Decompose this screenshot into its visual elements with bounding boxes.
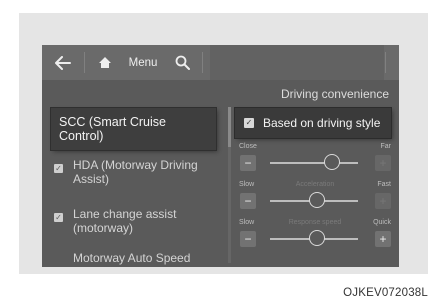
slider-thumb[interactable] <box>308 230 325 246</box>
acceleration-slider: Slow Acceleration Fast − + <box>235 181 395 219</box>
response-speed-slider: Slow Response speed Quick − + <box>235 219 395 257</box>
menu-label: Menu <box>128 56 158 69</box>
slider-min-label: Slow <box>239 219 255 226</box>
based-on-driving-style-option[interactable]: ✓ Based on driving style <box>235 108 391 138</box>
slider-track[interactable] <box>270 162 358 164</box>
home-icon <box>99 57 111 68</box>
slider-title: Response speed <box>288 219 342 226</box>
topbar-empty-area <box>210 45 384 80</box>
left-menu: SCC (Smart Cruise Control) ✓ HDA (Motorw… <box>42 105 224 267</box>
menu-item-scc[interactable]: SCC (Smart Cruise Control) <box>51 108 216 150</box>
menu-button[interactable]: Menu <box>122 45 164 80</box>
menu-item-label: Lane change assist (motorway) <box>73 207 177 235</box>
slider-min-label: Close <box>239 143 257 150</box>
slider-thumb[interactable] <box>308 192 325 208</box>
slider-min-label: Slow <box>239 181 255 188</box>
option-label: Based on driving style <box>263 116 381 130</box>
decrease-button[interactable]: − <box>240 231 256 247</box>
checkbox-checked-icon[interactable]: ✓ <box>244 118 254 128</box>
menu-item-label: SCC (Smart Cruise Control) <box>59 115 166 143</box>
back-button[interactable] <box>48 45 78 80</box>
increase-button[interactable]: + <box>375 155 391 171</box>
menu-item-label: HDA (Motorway Driving Assist) <box>73 158 198 186</box>
search-icon <box>175 55 190 70</box>
increase-button[interactable]: + <box>375 231 391 247</box>
slider-title: Acceleration <box>295 181 335 188</box>
checkbox-checked-icon[interactable]: ✓ <box>54 213 63 222</box>
divider <box>202 52 203 73</box>
menu-item-hda[interactable]: ✓ HDA (Motorway Driving Assist) <box>51 158 216 190</box>
slider-max-label: Fast <box>377 181 391 188</box>
scrollbar-thumb[interactable] <box>228 107 231 147</box>
increase-button[interactable]: + <box>375 193 391 209</box>
checkbox-checked-icon[interactable]: ✓ <box>54 164 63 173</box>
menu-item-lane-change-assist[interactable]: ✓ Lane change assist (motorway) <box>51 207 216 239</box>
search-button[interactable] <box>168 45 196 80</box>
slider-max-label: Quick <box>373 219 391 226</box>
slider-max-label: Far <box>380 143 392 150</box>
home-button[interactable] <box>92 45 118 80</box>
infotainment-screen: Menu Driving convenience SCC (Smart Crui… <box>42 45 399 267</box>
menu-item-motorway-auto-speed[interactable]: Motorway Auto Speed <box>51 251 216 267</box>
figure-code: OJKEV072038L <box>343 287 428 299</box>
divider <box>385 52 386 73</box>
divider <box>84 52 85 73</box>
page-title: Driving convenience <box>280 87 389 101</box>
distance-slider: Close Far − + <box>235 143 395 181</box>
decrease-button[interactable]: − <box>240 155 256 171</box>
menu-item-label: Motorway Auto Speed <box>73 251 191 265</box>
top-bar: Menu <box>42 45 399 80</box>
slider-thumb[interactable] <box>323 154 340 170</box>
decrease-button[interactable]: − <box>240 193 256 209</box>
back-arrow-icon <box>55 55 71 70</box>
